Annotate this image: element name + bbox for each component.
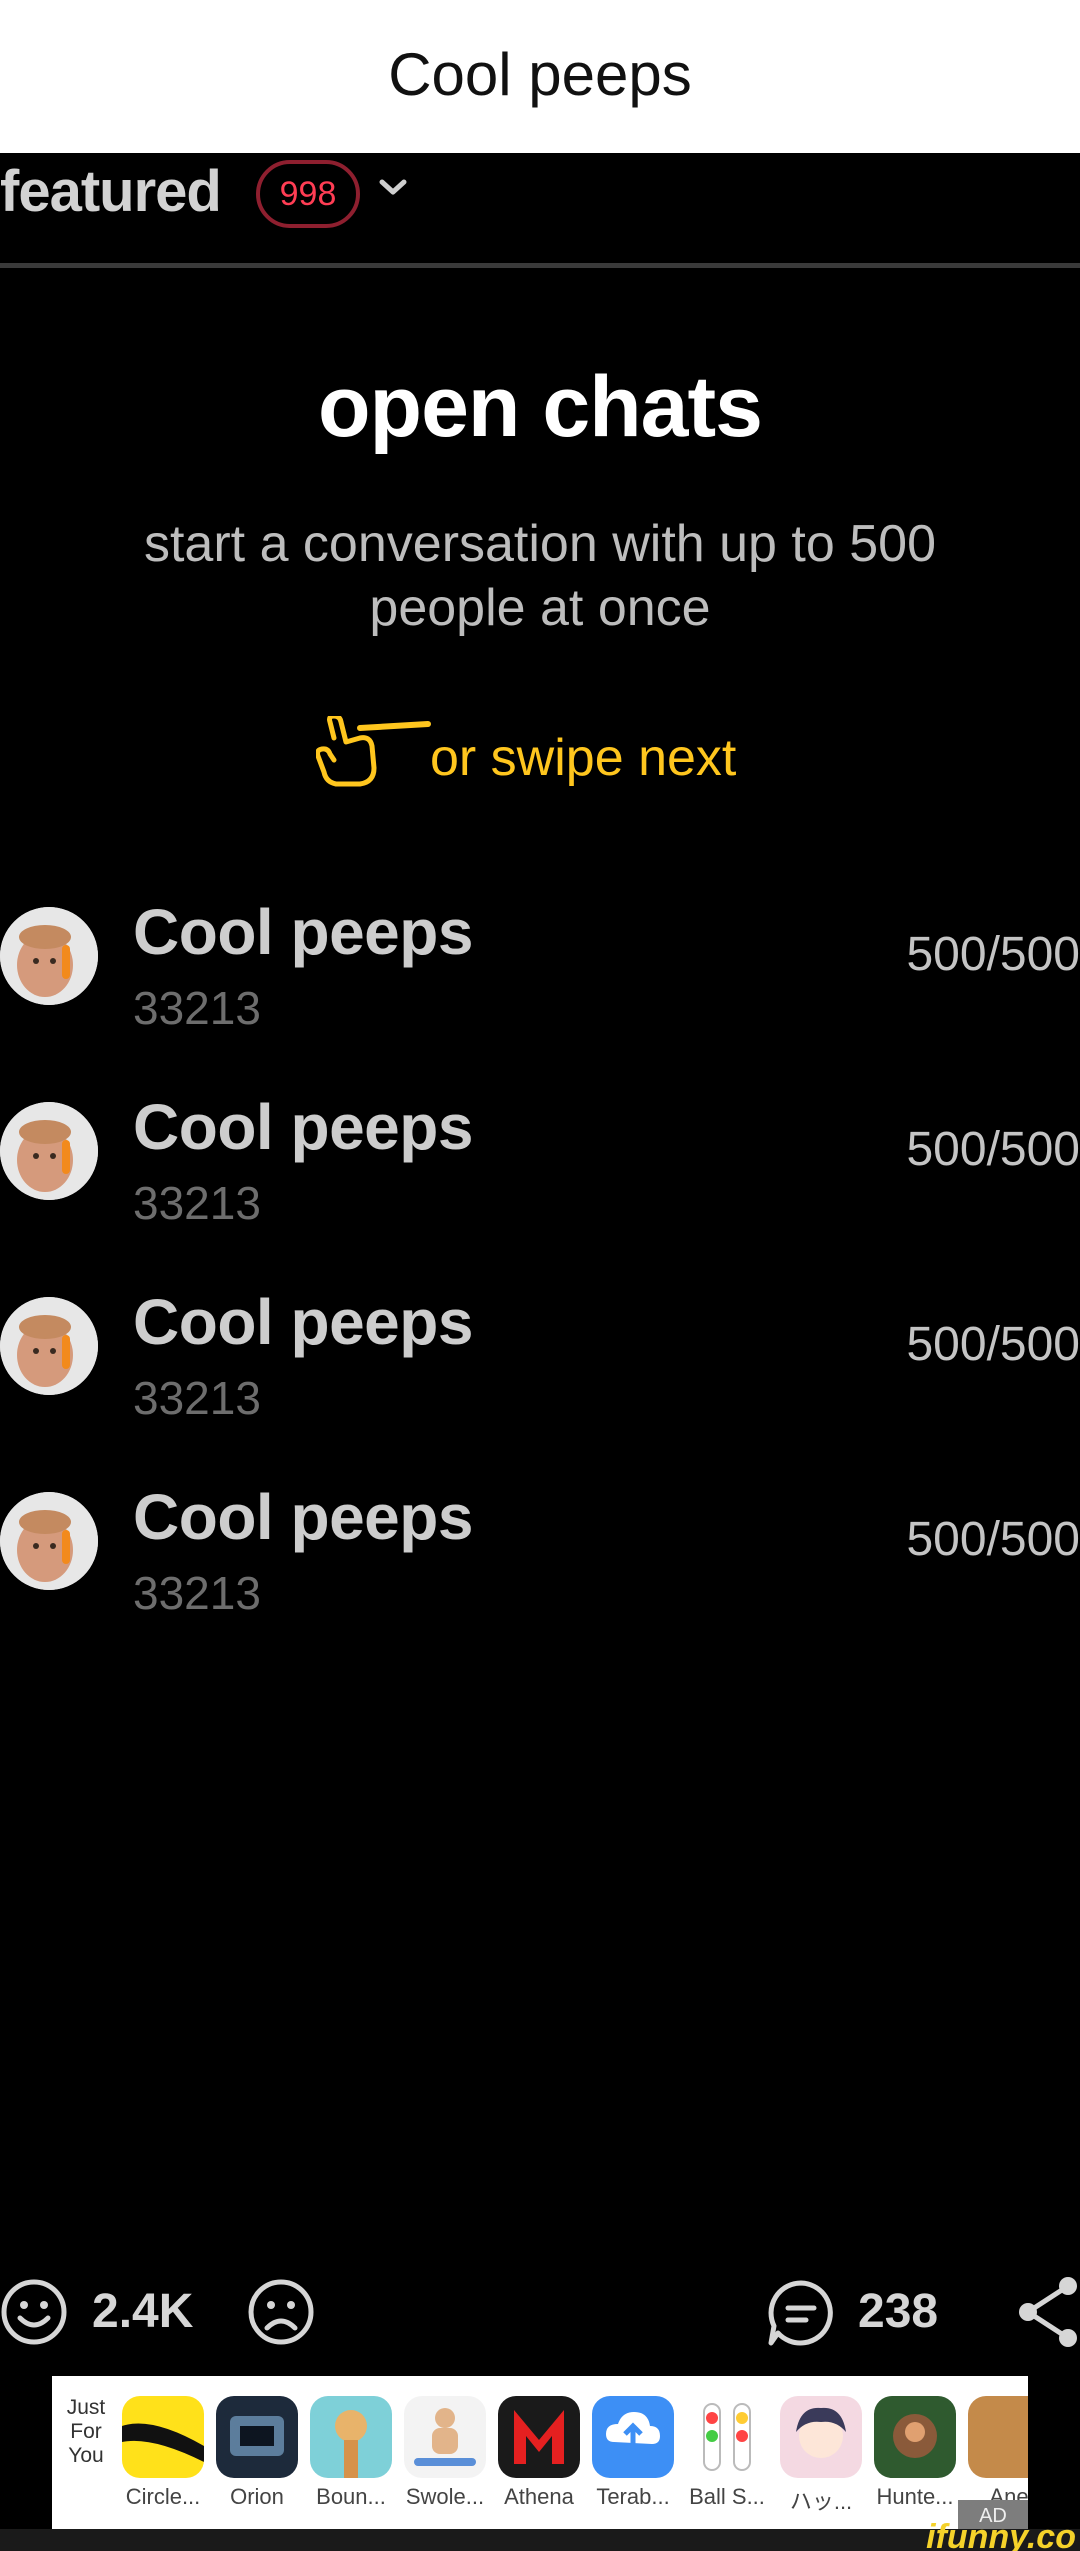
chat-row[interactable]: Cool peeps 33213 500/500 [0,1480,1080,1650]
ad-app[interactable]: Orion [214,2396,300,2520]
watermark: ifunny.co [926,2518,1076,2551]
open-chats-subtitle: start a conversation with up to 500 peop… [143,515,936,637]
like-count: 2.4K [92,2285,194,2338]
app-label: Hunte... [876,2484,954,2509]
app-icon [122,2396,204,2478]
chat-capacity: 500/500 [906,1123,1080,1176]
chat-members: 33213 [133,982,261,1034]
chat-name: Cool peeps [133,1286,473,1358]
ad-app[interactable]: Swole... [402,2396,488,2520]
app-icon [592,2396,674,2478]
app-icon [874,2396,956,2478]
app-label: Athena [504,2484,574,2509]
app-icon [686,2396,768,2478]
app-label: Terab... [596,2484,670,2509]
watermark-bar [0,2529,1080,2551]
caption-bar: Cool peeps [0,0,1080,153]
chat-capacity: 500/500 [906,928,1080,981]
chat-avatar [0,907,98,1005]
comment-count: 238 [858,2285,939,2338]
chat-row[interactable]: Cool peeps 33213 500/500 [0,895,1080,1065]
frown-icon[interactable] [247,2278,315,2346]
chat-capacity: 500/500 [906,1513,1080,1566]
chat-avatar [0,1492,98,1590]
chat-name: Cool peeps [133,1091,473,1163]
ad-app[interactable]: ハッ... [778,2396,864,2520]
ad-app[interactable]: Ball S... [684,2396,770,2520]
featured-tab[interactable]: featured [0,158,222,225]
chat-avatar [0,1102,98,1200]
app-icon [310,2396,392,2478]
chat-row[interactable]: Cool peeps 33213 500/500 [0,1090,1080,1260]
chat-name: Cool peeps [133,1481,473,1553]
ad-app[interactable]: Terab... [590,2396,676,2520]
caption-title: Cool peeps [388,41,692,108]
app-icon [780,2396,862,2478]
chat-row[interactable]: Cool peeps 33213 500/500 [0,1285,1080,1455]
ad-heading: Just For You [66,2396,106,2467]
app-label: Orion [230,2484,284,2509]
app-icon [216,2396,298,2478]
ad-app[interactable]: Boun... [308,2396,394,2520]
open-chats-title: open chats [318,359,763,455]
ad-app[interactable]: Athena [496,2396,582,2520]
share-icon[interactable] [1016,2274,1080,2350]
app-label: Ball S... [689,2484,765,2509]
ad-app[interactable]: Circle... [120,2396,206,2520]
chat-members: 33213 [133,1567,261,1619]
ad-app[interactable]: Hunte... [872,2396,958,2520]
header-divider [0,263,1080,268]
swipe-hand-icon [316,716,431,787]
chat-capacity: 500/500 [906,1318,1080,1371]
chat-avatar [0,1297,98,1395]
smile-icon[interactable] [0,2278,68,2346]
app-icon [498,2396,580,2478]
chat-members: 33213 [133,1177,261,1229]
app-label: Swole... [405,2484,485,2509]
chat-name: Cool peeps [133,896,473,968]
swipe-hint[interactable]: or swipe next [430,728,736,788]
app-label: Boun... [316,2484,386,2509]
app-icon [968,2396,1028,2478]
chevron-down-icon[interactable] [378,176,408,200]
comment-icon[interactable] [766,2278,836,2348]
app-icon [404,2396,486,2478]
featured-count-badge: 998 [256,160,360,228]
app-label: Circle... [125,2484,201,2509]
app-label: ハッ... [789,2489,853,2514]
ad-banner[interactable]: Just For You Circle... Orion Boun... Swo… [52,2376,1028,2532]
chat-members: 33213 [133,1372,261,1424]
reaction-bar: 2.4K 238 [0,2268,1080,2352]
